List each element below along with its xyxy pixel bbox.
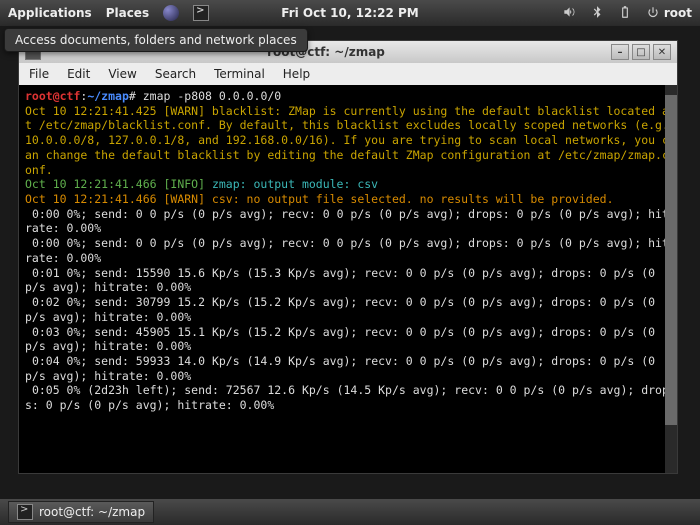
top-panel: Applications Places Fri Oct 10, 12:22 PM… bbox=[0, 0, 700, 26]
window-minimize-button[interactable]: – bbox=[611, 44, 629, 60]
battery-icon[interactable] bbox=[618, 5, 632, 22]
taskbar-terminal-button[interactable]: root@ctf: ~/zmap bbox=[8, 501, 154, 523]
terminal-launcher-icon[interactable] bbox=[193, 5, 209, 21]
user-menu[interactable]: root bbox=[646, 6, 692, 20]
panel-clock[interactable]: Fri Oct 10, 12:22 PM bbox=[281, 6, 418, 20]
taskbar-label: root@ctf: ~/zmap bbox=[39, 505, 145, 519]
info-line-1a: Oct 10 12:21:41.466 [INFO] bbox=[25, 177, 212, 191]
menu-applications[interactable]: Applications bbox=[8, 6, 92, 20]
stat-line: 0:02 0%; send: 30799 15.2 Kp/s (15.2 Kp/… bbox=[25, 295, 662, 324]
menu-view[interactable]: View bbox=[108, 67, 136, 81]
window-maximize-button[interactable]: □ bbox=[632, 44, 650, 60]
window-close-button[interactable]: ✕ bbox=[653, 44, 671, 60]
terminal-menubar: File Edit View Search Terminal Help bbox=[19, 63, 677, 85]
user-label: root bbox=[664, 6, 692, 20]
stat-line: 0:03 0%; send: 45905 15.1 Kp/s (15.2 Kp/… bbox=[25, 325, 662, 354]
menu-places[interactable]: Places bbox=[106, 6, 149, 20]
menu-edit[interactable]: Edit bbox=[67, 67, 90, 81]
bluetooth-icon[interactable] bbox=[590, 5, 604, 22]
menu-terminal[interactable]: Terminal bbox=[214, 67, 265, 81]
power-icon bbox=[646, 6, 660, 20]
stat-line: 0:01 0%; send: 15590 15.6 Kp/s (15.3 Kp/… bbox=[25, 266, 662, 295]
prompt-path: ~/zmap bbox=[87, 89, 129, 103]
stat-line: 0:00 0%; send: 0 0 p/s (0 p/s avg); recv… bbox=[25, 236, 669, 265]
warn-line-1: Oct 10 12:21:41.425 [WARN] blacklist: ZM… bbox=[25, 104, 676, 177]
stat-line: 0:04 0%; send: 59933 14.0 Kp/s (14.9 Kp/… bbox=[25, 354, 662, 383]
warn-line-2: Oct 10 12:21:41.466 [WARN] csv: no outpu… bbox=[25, 192, 614, 206]
info-line-1b: zmap: output module: csv bbox=[212, 177, 378, 191]
terminal-window: root@ctf: ~/zmap – □ ✕ File Edit View Se… bbox=[18, 40, 678, 474]
volume-icon[interactable] bbox=[562, 5, 576, 22]
menu-search[interactable]: Search bbox=[155, 67, 196, 81]
bottom-panel: root@ctf: ~/zmap bbox=[0, 499, 700, 525]
prompt-user: root@ctf bbox=[25, 89, 80, 103]
terminal-icon bbox=[17, 504, 33, 520]
command-text: zmap -p808 0.0.0.0/0 bbox=[143, 89, 281, 103]
places-tooltip: Access documents, folders and network pl… bbox=[4, 28, 308, 52]
terminal-body[interactable]: root@ctf:~/zmap# zmap -p808 0.0.0.0/0 Oc… bbox=[19, 85, 677, 473]
terminal-scrollbar-thumb[interactable] bbox=[665, 95, 677, 425]
stat-line: 0:05 0% (2d23h left); send: 72567 12.6 K… bbox=[25, 383, 669, 412]
launcher-icon[interactable] bbox=[163, 5, 179, 21]
menu-file[interactable]: File bbox=[29, 67, 49, 81]
stat-line: 0:00 0%; send: 0 0 p/s (0 p/s avg); recv… bbox=[25, 207, 669, 236]
menu-help[interactable]: Help bbox=[283, 67, 310, 81]
